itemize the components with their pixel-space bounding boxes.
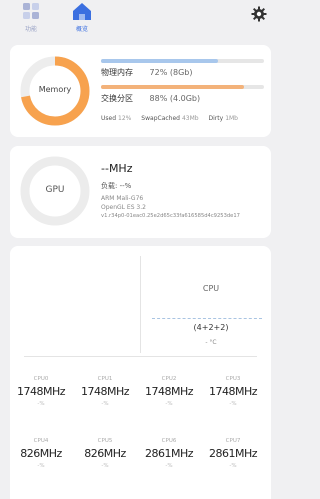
cpu-core-1: CPU1 1748MHz -% (74, 376, 136, 407)
cpu-core-name: CPU0 (33, 376, 49, 382)
cpu-core-layout: (4+2+2) (193, 323, 229, 332)
cpu-core-load: -% (165, 401, 173, 407)
cpu-core-name: CPU7 (225, 438, 241, 444)
swap-row: 交换分区 88% (4.0Gb) (101, 93, 200, 104)
cpu-core-name: CPU5 (97, 438, 113, 444)
swap-label: 交换分区 (101, 94, 133, 103)
cpu-chart-title: CPU (202, 284, 220, 293)
cpu-core-freq: 1748MHz (208, 385, 258, 398)
top-navigation-bar: 功能 概览 (0, 0, 281, 40)
cpu-core-freq: 2861MHz (208, 447, 258, 460)
memory-stats: Used 12% SwapCached 43Mb Dirty 1Mb (101, 115, 246, 122)
gpu-card[interactable]: GPU --MHz 负载: --% ARM Mali-G76 OpenGL ES… (10, 146, 271, 238)
cpu-core-3: CPU3 1748MHz -% (202, 376, 264, 407)
cpu-core-freq: 826MHz (84, 447, 126, 460)
stat-used-value: 12% (118, 115, 132, 122)
memory-card[interactable]: Memory 物理内存 72% (8Gb) 交换分区 88% (4.0Gb) U… (10, 45, 271, 137)
nav-tab-overview[interactable]: 概览 (62, 2, 102, 33)
cpu-load-line (152, 318, 262, 319)
cpu-card[interactable]: CPU (4+2+2) - °C CPU0 1748MHz -% CPU1 17… (10, 246, 271, 499)
gpu-model: ARM Mali-G76 (101, 195, 144, 202)
nav-tab-tools[interactable]: 功能 (11, 2, 51, 33)
nav-tab-overview-label: 概览 (75, 26, 88, 33)
cpu-core-load: -% (101, 401, 109, 407)
gpu-opengl: OpenGL ES 3.2 (101, 204, 146, 211)
cpu-core-name: CPU1 (97, 376, 113, 382)
gpu-frequency: --MHz (101, 162, 133, 175)
stat-swapcached-value: 43Mb (181, 115, 199, 122)
stat-swapcached-key: SwapCached (141, 115, 180, 122)
physical-memory-bar (101, 59, 264, 63)
cpu-core-5: CPU5 826MHz -% (74, 438, 136, 469)
grid-apps-icon (20, 2, 42, 22)
gpu-load: 负载: --% (101, 182, 132, 190)
cpu-core-freq: 1748MHz (16, 385, 66, 398)
cpu-core-7: CPU7 2861MHz -% (202, 438, 264, 469)
cpu-core-load: -% (37, 463, 45, 469)
gpu-ring-label: GPU (45, 185, 65, 195)
cpu-core-4: CPU4 826MHz -% (10, 438, 72, 469)
cpu-core-freq: 1748MHz (144, 385, 194, 398)
physical-memory-value: 72% (8Gb) (149, 68, 193, 77)
swap-value: 88% (4.0Gb) (149, 94, 201, 103)
cpu-vertical-divider (140, 256, 141, 353)
cpu-core-name: CPU3 (225, 376, 241, 382)
cpu-core-name: CPU6 (161, 438, 177, 444)
cpu-core-load: -% (165, 463, 173, 469)
stat-dirty-key: Dirty (208, 115, 224, 122)
home-icon (71, 2, 93, 22)
nav-tab-tools-label: 功能 (24, 26, 37, 33)
cpu-horizontal-divider (24, 356, 257, 357)
settings-gear-icon[interactable] (251, 6, 267, 22)
cpu-core-freq: 1748MHz (80, 385, 130, 398)
cpu-temperature: - °C (205, 339, 217, 346)
physical-memory-label: 物理内存 (101, 68, 133, 77)
cpu-core-freq: 826MHz (20, 447, 62, 460)
cpu-core-name: CPU4 (33, 438, 49, 444)
cpu-core-6: CPU6 2861MHz -% (138, 438, 200, 469)
swap-bar (101, 85, 264, 89)
cpu-core-freq: 2861MHz (144, 447, 194, 460)
cpu-core-load: -% (229, 463, 237, 469)
cpu-core-load: -% (101, 463, 109, 469)
memory-ring-label: Memory (38, 85, 72, 94)
physical-memory-row: 物理内存 72% (8Gb) (101, 67, 192, 78)
gpu-driver: v1.r34p0-01eac0.25e2d65c33fa616585d4c925… (101, 213, 240, 219)
cpu-core-0: CPU0 1748MHz -% (10, 376, 72, 407)
cpu-core-2: CPU2 1748MHz -% (138, 376, 200, 407)
cpu-core-load: -% (229, 401, 237, 407)
stat-used-key: Used (101, 115, 117, 122)
cpu-core-load: -% (37, 401, 45, 407)
cpu-core-name: CPU2 (161, 376, 177, 382)
stat-dirty-value: 1Mb (225, 115, 238, 122)
